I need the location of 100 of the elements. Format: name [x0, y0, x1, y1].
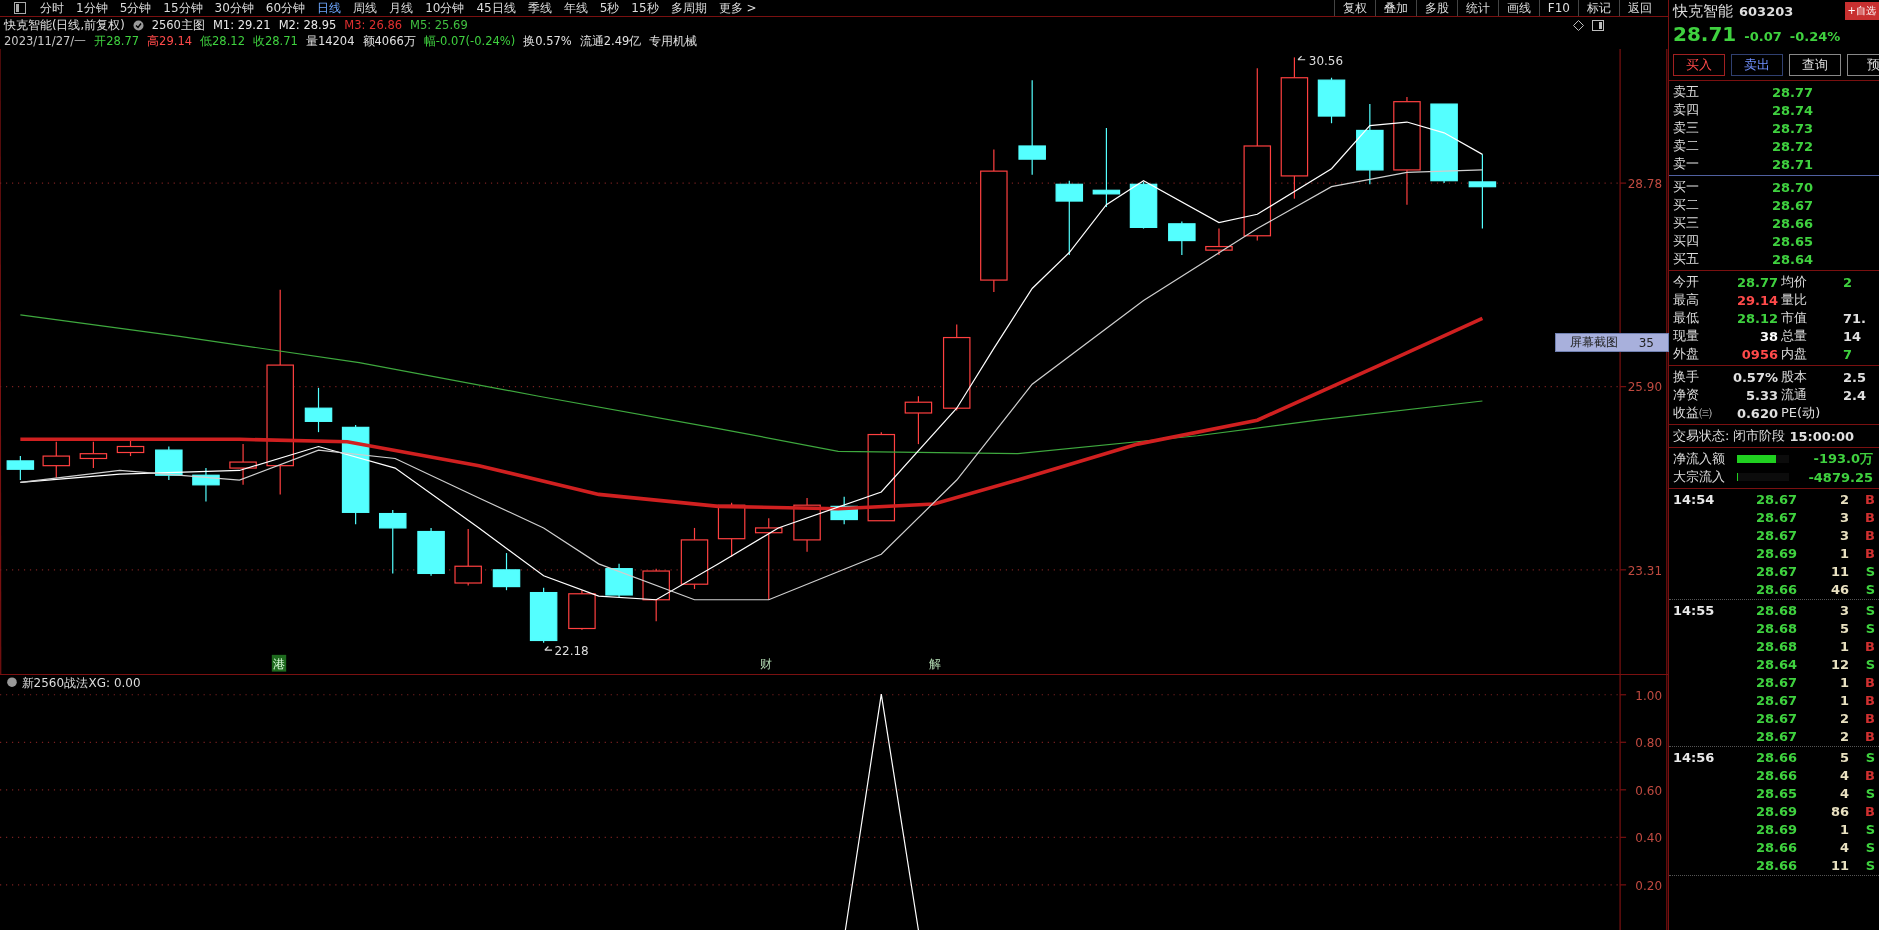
candlestick — [605, 563, 633, 598]
flow-label: 大宗流入 — [1673, 468, 1726, 486]
trade-volume: 86 — [1829, 803, 1849, 819]
trade-volume: 3 — [1838, 602, 1849, 618]
trade-price: 28.67 — [1754, 563, 1797, 579]
trade-side: B — [1864, 692, 1875, 708]
bid-price: 28.67 — [1770, 197, 1813, 213]
period-tab[interactable]: 60分钟 — [259, 0, 312, 17]
period-tab[interactable]: 月线 — [383, 0, 420, 17]
arrow-icon — [1297, 55, 1306, 61]
trade-price: 28.64 — [1754, 656, 1797, 672]
period-tab[interactable]: 5分钟 — [113, 0, 158, 17]
status-time: 15:00:00 — [1789, 428, 1855, 444]
trade-price: 28.68 — [1754, 638, 1797, 654]
candlestick — [830, 496, 858, 525]
ask-label: 卖二 — [1673, 137, 1700, 155]
screenshot-popup[interactable]: 屏幕截图 35 — [1555, 333, 1669, 352]
watchlist-button[interactable]: +自选 — [1844, 2, 1879, 20]
stat-value: 0.57% — [1731, 369, 1779, 385]
stat-value: 2 — [1842, 274, 1854, 290]
trade-side: S — [1864, 620, 1875, 636]
trade-button[interactable]: 查询 — [1789, 54, 1841, 76]
quote-reading: 开28.77 — [94, 33, 140, 49]
trade-price: 28.67 — [1754, 509, 1797, 525]
flow-value: -4879.25 — [1807, 469, 1873, 485]
quote-reading: 流通2.49亿 — [579, 33, 642, 49]
trade-volume: 1 — [1838, 821, 1849, 837]
ask-label: 卖三 — [1673, 119, 1700, 137]
indicator-axis-label: 0.40 — [1635, 831, 1662, 846]
period-tab[interactable]: 15秒 — [625, 0, 665, 17]
candlestick — [454, 528, 482, 586]
bid-label: 买四 — [1673, 232, 1700, 250]
period-tab[interactable]: 周线 — [347, 0, 384, 17]
candlestick — [680, 527, 709, 590]
average-reading: M5: 25.69 — [410, 18, 468, 32]
status-label: 交易状态: — [1673, 427, 1730, 445]
bid-label: 买二 — [1673, 196, 1700, 214]
event-marker[interactable]: 解 — [929, 657, 942, 671]
period-tab[interactable]: 30分钟 — [208, 0, 260, 17]
quote-reading: 低28.12 — [200, 33, 245, 49]
trade-side: S — [1864, 749, 1875, 765]
period-tab[interactable]: 1分钟 — [70, 0, 114, 17]
candlestick — [378, 509, 407, 575]
period-tab[interactable]: 分时 — [34, 0, 70, 17]
price-change: -0.07 — [1744, 29, 1782, 44]
bid-price: 28.65 — [1770, 233, 1813, 249]
diamond-icon[interactable] — [1573, 19, 1584, 31]
panel-toggle-icon[interactable] — [14, 2, 26, 14]
trade-side: B — [1864, 545, 1875, 561]
stat-value: 2.5 — [1842, 369, 1868, 385]
stat-value: 0956 — [1740, 346, 1779, 362]
period-tab[interactable]: 多周期 — [664, 0, 713, 17]
candlestick — [793, 497, 821, 553]
stat-label: 股本 — [1781, 368, 1808, 386]
trade-price: 28.66 — [1754, 767, 1797, 783]
check-circle-icon[interactable] — [132, 19, 144, 31]
ask-price: 28.77 — [1770, 84, 1813, 100]
trade-button[interactable]: 预 — [1847, 54, 1879, 76]
trade-side: S — [1864, 656, 1875, 672]
stat-value: 28.77 — [1735, 274, 1779, 290]
panel-toggle-icon[interactable] — [1592, 19, 1604, 31]
trade-side: S — [1864, 563, 1875, 579]
event-marker[interactable]: 港 — [271, 654, 287, 672]
trade-volume: 12 — [1829, 656, 1849, 672]
trade-volume: 3 — [1838, 509, 1849, 525]
trade-volume: 11 — [1829, 563, 1849, 579]
trade-volume: 1 — [1838, 638, 1849, 654]
stat-label: 最高 — [1673, 291, 1700, 309]
average-reading: M2: 28.95 — [278, 18, 337, 32]
quote-reading: 量14204 — [305, 33, 355, 49]
trade-volume: 5 — [1838, 620, 1849, 636]
trade-side: S — [1864, 602, 1875, 618]
trade-volume: 46 — [1829, 581, 1849, 597]
price-axis-label: 28.78 — [1627, 176, 1662, 191]
trade-side: B — [1864, 491, 1875, 507]
trade-volume: 1 — [1838, 545, 1849, 561]
period-tab[interactable]: 更多 > — [712, 0, 763, 17]
candlestick — [1317, 77, 1346, 124]
period-tab[interactable]: 10分钟 — [419, 0, 471, 17]
popup-count: 35 — [1638, 335, 1654, 350]
period-tab[interactable]: 年线 — [557, 0, 594, 17]
period-tab[interactable]: 日线 — [311, 0, 348, 17]
trade-side: B — [1864, 728, 1875, 744]
event-marker[interactable]: 财 — [760, 657, 773, 671]
average-reading: M1: 29.21 — [212, 18, 271, 32]
indicator-toggle-icon[interactable] — [7, 677, 17, 687]
trade-button[interactable]: 买入 — [1673, 54, 1725, 76]
trade-volume: 4 — [1838, 839, 1849, 855]
stock-code: 603203 — [1739, 3, 1794, 19]
period-tab[interactable]: 季线 — [521, 0, 558, 17]
period-tab[interactable]: 45日线 — [470, 0, 522, 17]
stat-label: 流通 — [1781, 386, 1808, 404]
market-status: 闭市阶段 — [1733, 427, 1786, 445]
stat-label: 均价 — [1781, 273, 1808, 291]
quote-reading: 换0.57% — [523, 33, 572, 49]
trade-side: B — [1864, 767, 1875, 783]
stat-value: 14 — [1842, 328, 1863, 344]
trade-button[interactable]: 卖出 — [1731, 54, 1783, 76]
period-tab[interactable]: 5秒 — [593, 0, 626, 17]
period-tab[interactable]: 15分钟 — [157, 0, 209, 17]
